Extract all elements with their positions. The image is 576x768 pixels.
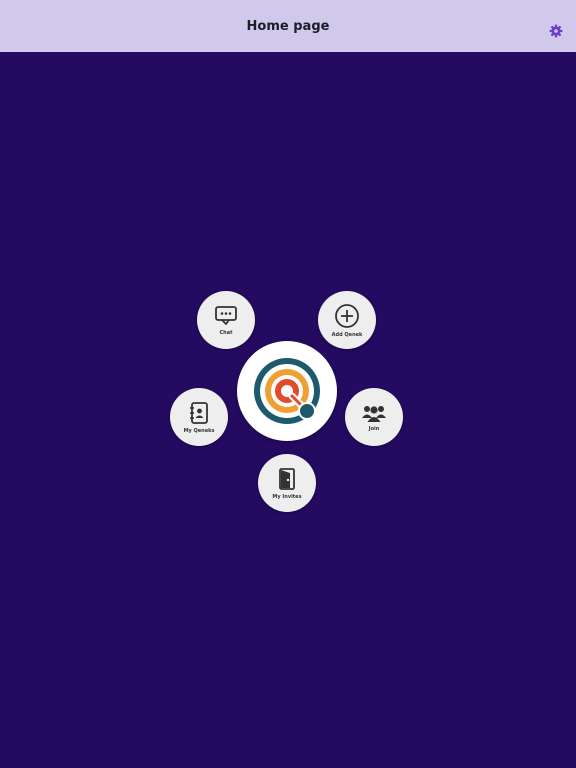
chat-button[interactable]: Chat [197, 291, 255, 349]
home-logo-button[interactable] [237, 341, 337, 441]
my-invites-button[interactable]: My Invites [258, 454, 316, 512]
add-qenek-button[interactable]: Add Qenek [318, 291, 376, 349]
join-button[interactable]: Join [345, 388, 403, 446]
navigation-bar: Home page [0, 0, 576, 52]
add-qenek-label: Add Qenek [331, 331, 363, 338]
group-icon [362, 405, 386, 422]
q-target-logo-icon [254, 358, 320, 424]
my-invites-label: My Invites [272, 493, 302, 500]
join-label: Join [368, 425, 380, 432]
plus-circle-icon [335, 303, 359, 328]
settings-button[interactable] [548, 23, 564, 39]
chat-label: Chat [219, 329, 233, 336]
gear-icon [549, 24, 563, 38]
my-qeneks-button[interactable]: My Qeneks [170, 388, 228, 446]
invite-door-icon [279, 467, 295, 490]
page-title: Home page [246, 18, 330, 34]
address-book-icon [190, 401, 208, 424]
my-qeneks-label: My Qeneks [183, 427, 215, 434]
chat-bubble-icon [215, 305, 237, 325]
